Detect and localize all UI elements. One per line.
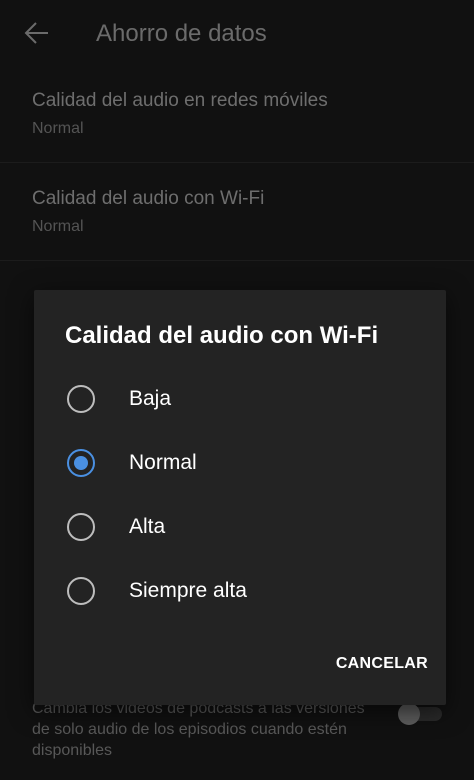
setting-value: Normal — [32, 120, 84, 137]
setting-item-wifi-audio[interactable]: Calidad del audio con Wi-Fi Normal — [0, 163, 474, 261]
screen: Ahorro de datos Calidad del audio en red… — [0, 0, 474, 780]
option-label: Siempre alta — [129, 579, 247, 602]
setting-item-mobile-audio[interactable]: Calidad del audio en redes móviles Norma… — [0, 68, 474, 163]
radio-unchecked-icon[interactable] — [67, 577, 95, 605]
setting-title: Calidad del audio con Wi-Fi — [32, 188, 265, 209]
option-baja[interactable]: Baja — [34, 371, 446, 427]
option-label: Baja — [129, 387, 172, 410]
toggle-knob — [398, 703, 420, 725]
dialog-title: Calidad del audio con Wi-Fi — [65, 322, 379, 349]
radio-dot — [74, 456, 88, 470]
option-alta[interactable]: Alta — [34, 499, 446, 555]
setting-title: Calidad del audio en redes móviles — [32, 90, 328, 111]
radio-unchecked-icon[interactable] — [67, 513, 95, 541]
podcast-audio-toggle[interactable] — [398, 703, 444, 725]
radio-checked-icon[interactable] — [67, 449, 95, 477]
page-title: Ahorro de datos — [96, 20, 267, 47]
radio-unchecked-icon[interactable] — [67, 385, 95, 413]
app-bar: Ahorro de datos — [0, 0, 474, 68]
setting-value: Normal — [32, 218, 84, 235]
option-siempre-alta[interactable]: Siempre alta — [34, 563, 446, 619]
cancel-button[interactable]: CANCELAR — [308, 644, 428, 684]
option-label: Normal — [129, 451, 197, 474]
audio-quality-dialog: Calidad del audio con Wi-Fi Baja Normal … — [34, 290, 446, 705]
arrow-left-icon[interactable] — [22, 18, 52, 48]
option-normal[interactable]: Normal — [34, 435, 446, 491]
option-label: Alta — [129, 515, 166, 538]
podcast-audio-description: Cambia los videos de podcasts a las vers… — [32, 700, 365, 759]
